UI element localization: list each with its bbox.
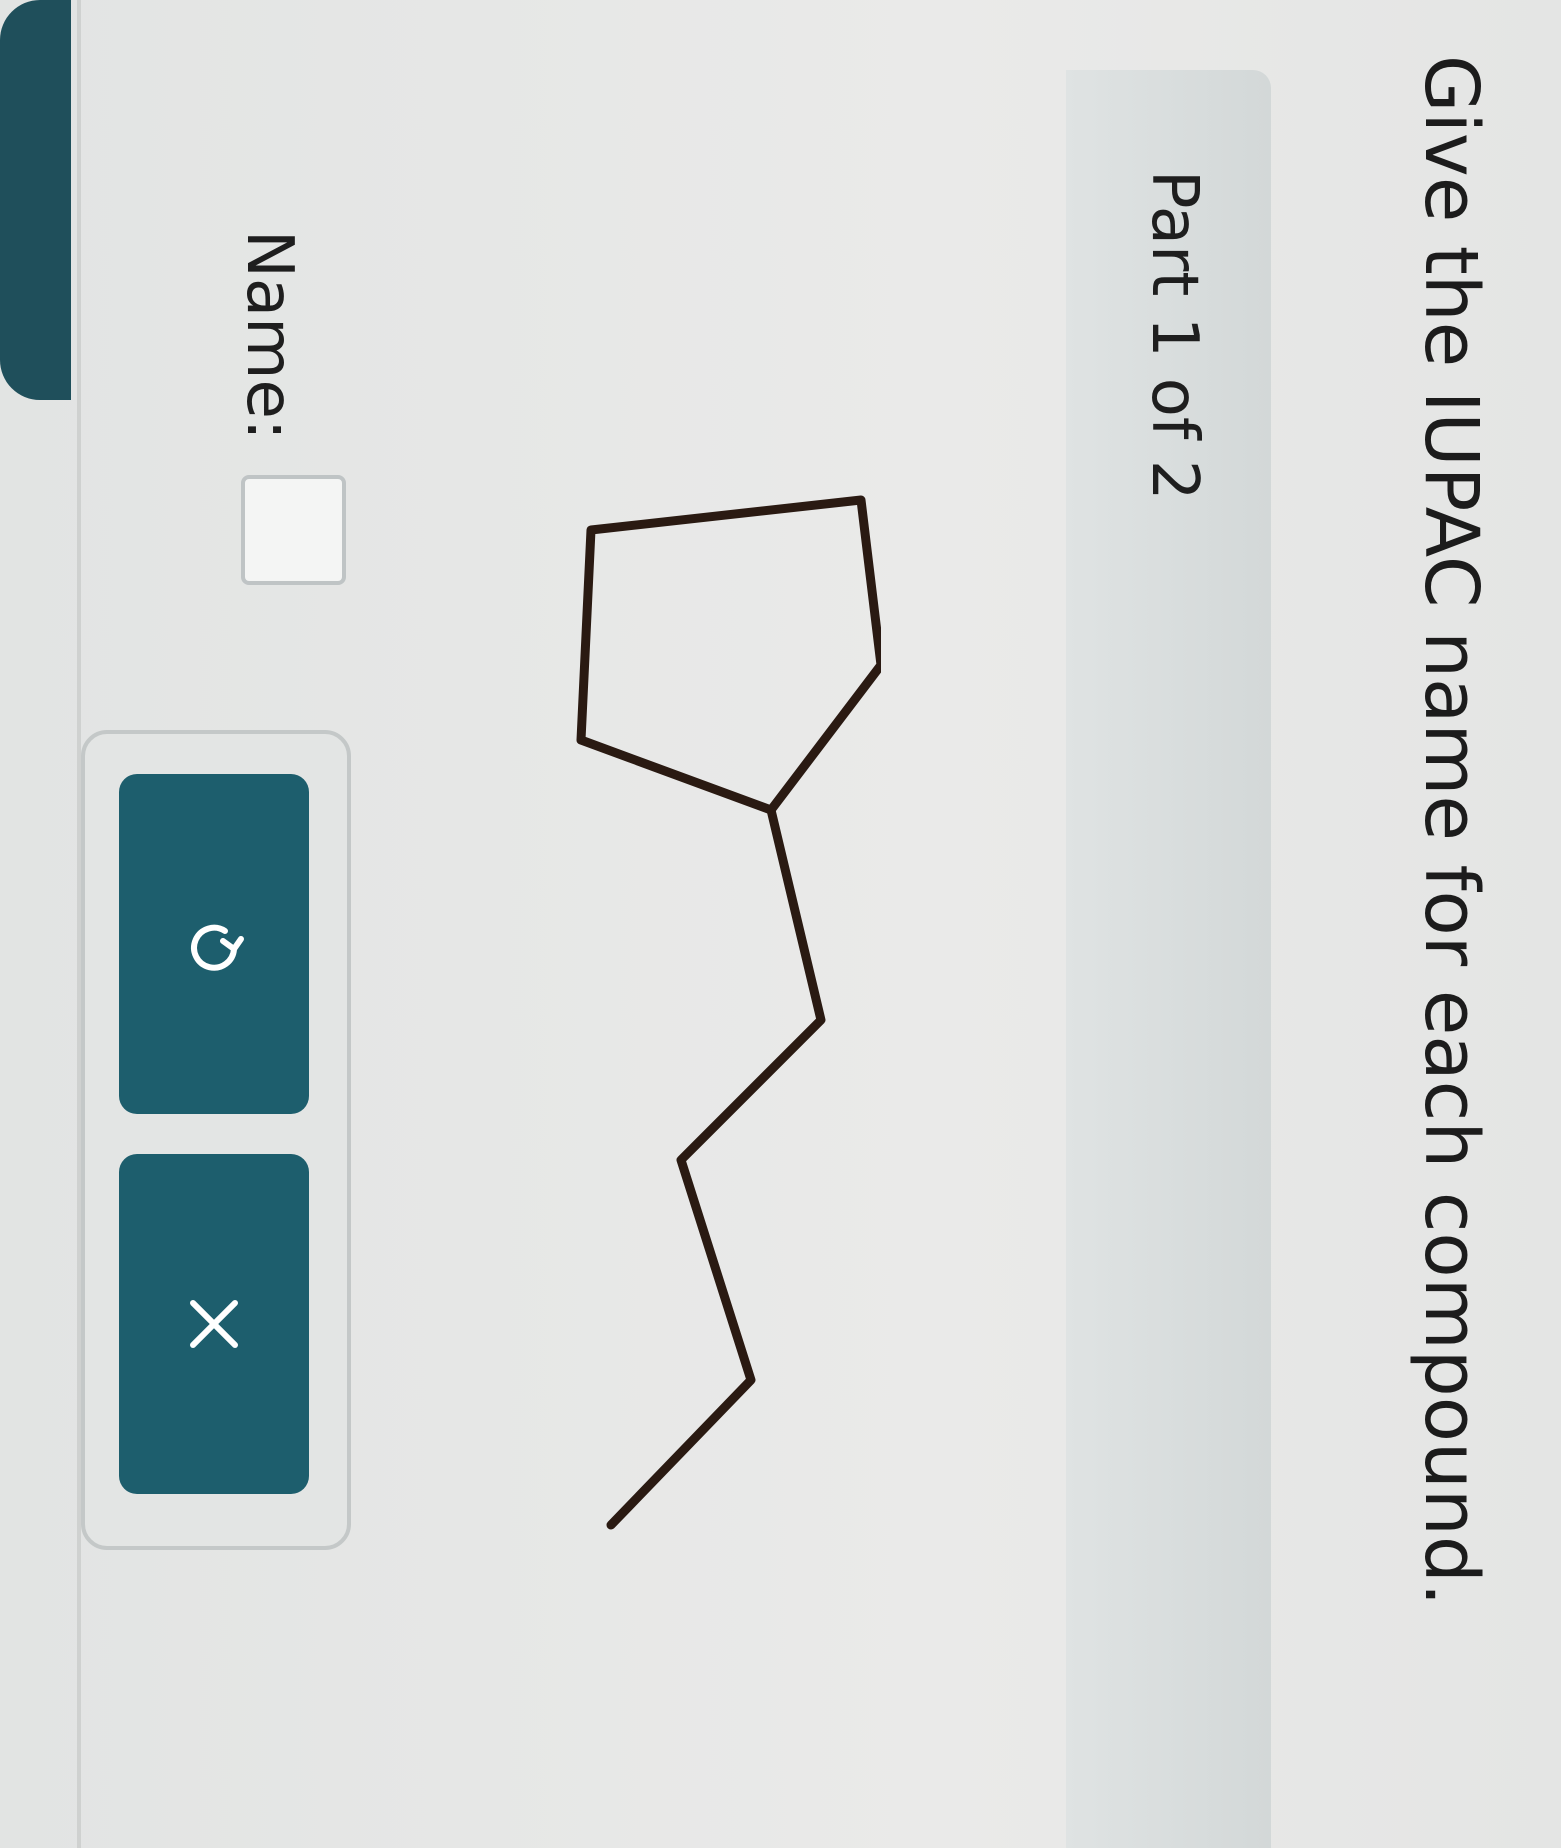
clear-button[interactable] — [119, 1154, 309, 1494]
molecule-structure — [576, 495, 881, 1530]
part-label: Part 1 of 2 — [1137, 170, 1211, 501]
part-header: Part 1 of 2 — [1066, 70, 1271, 1848]
question-instruction: Give the IUPAC name for each compound. — [1408, 55, 1494, 1607]
name-label: Name: — [232, 230, 306, 441]
alkyl-chain — [606, 805, 826, 1530]
action-panel — [81, 730, 351, 1550]
side-tab[interactable] — [0, 0, 71, 400]
cyclopentane-ring — [576, 495, 881, 815]
undo-button[interactable] — [119, 774, 309, 1114]
close-icon — [190, 1300, 238, 1348]
undo-icon — [191, 924, 244, 971]
name-input[interactable] — [241, 475, 346, 585]
question-screen: Give the IUPAC name for each compound. P… — [0, 0, 1561, 1848]
